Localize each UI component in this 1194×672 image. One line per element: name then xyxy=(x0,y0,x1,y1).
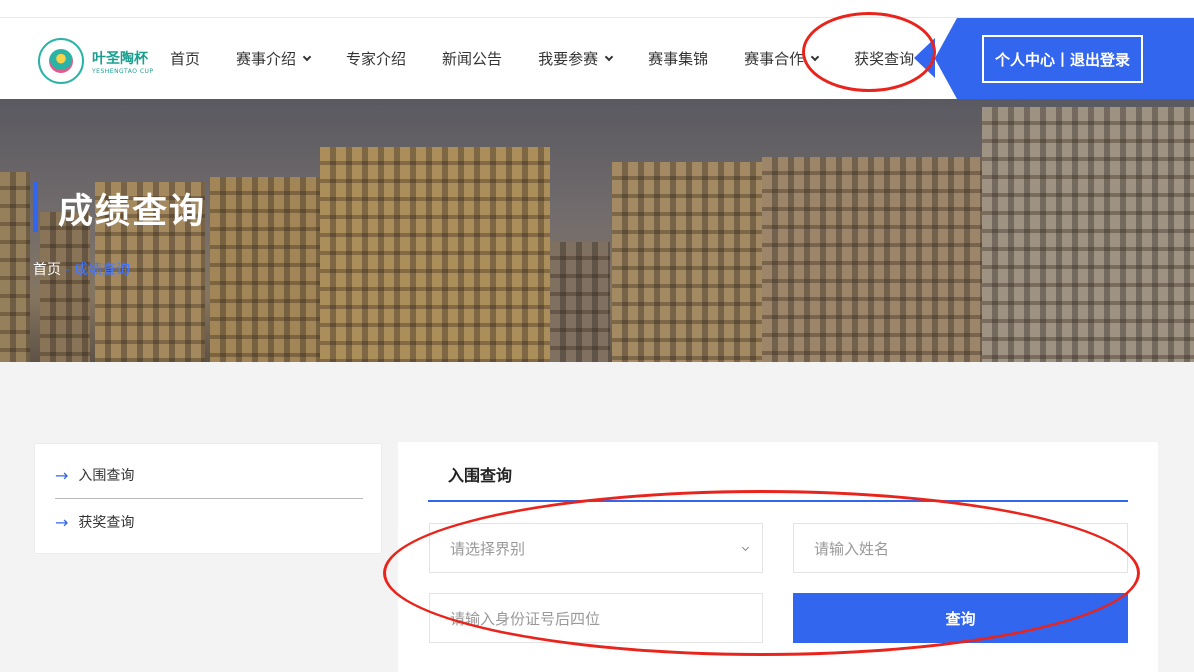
nav-news[interactable]: 新闻公告 xyxy=(442,48,502,69)
sidebar-item-shortlist-query[interactable]: → 入围查询 xyxy=(55,452,363,498)
nav-label: 首页 xyxy=(170,50,201,68)
header-arrow-icon xyxy=(914,38,935,78)
logo-en: YESHENGTAO CUP xyxy=(92,67,154,75)
nav-label: 我要参赛 xyxy=(538,50,599,68)
logo-cn: 叶圣陶杯 xyxy=(92,50,148,67)
header-notch-bottom xyxy=(935,59,957,99)
breadcrumb-separator: - xyxy=(65,262,71,278)
id-input-placeholder: 请输入身份证号后四位 xyxy=(450,609,601,628)
chevron-down-icon xyxy=(302,52,312,61)
top-strip xyxy=(0,0,1194,18)
banner-title-accent xyxy=(33,182,38,232)
nav-label: 新闻公告 xyxy=(442,50,503,68)
nav-label: 专家介绍 xyxy=(346,50,407,68)
nav-label: 赛事集锦 xyxy=(648,50,709,68)
breadcrumb: 首页 - 成绩查询 xyxy=(33,259,130,279)
sidebar-item-award-query[interactable]: → 获奖查询 xyxy=(55,499,363,545)
nav-label: 获奖查询 xyxy=(854,50,915,68)
nav-label: 赛事介绍 xyxy=(236,50,297,68)
sidebar-item-label: 入围查询 xyxy=(78,468,135,484)
tab-shortlist-query[interactable]: 入围查询 xyxy=(448,462,512,486)
sidebar: → 入围查询 → 获奖查询 xyxy=(34,443,382,554)
site-logo[interactable]: 叶圣陶杯 YESHENGTAO CUP xyxy=(38,38,154,84)
nav-highlights[interactable]: 赛事集锦 xyxy=(648,48,708,69)
main-nav: 首页 赛事介绍 专家介绍 新闻公告 我要参赛 赛事集锦 赛事合作 获奖查询 xyxy=(170,18,950,99)
nav-event-intro[interactable]: 赛事介绍 xyxy=(236,48,312,69)
nav-label: 赛事合作 xyxy=(744,50,805,68)
query-submit-button[interactable]: 查询 xyxy=(793,593,1128,643)
breadcrumb-current: 成绩查询 xyxy=(74,262,131,278)
nav-cooperation[interactable]: 赛事合作 xyxy=(744,48,820,69)
sidebar-item-label: 获奖查询 xyxy=(78,515,135,531)
header-notch-top xyxy=(935,18,957,58)
breadcrumb-home[interactable]: 首页 xyxy=(33,262,61,278)
nav-home[interactable]: 首页 xyxy=(170,48,200,69)
user-center-logout-button[interactable]: 个人中心丨退出登录 xyxy=(982,35,1143,83)
chevron-down-icon xyxy=(604,52,614,61)
arrow-right-icon: → xyxy=(55,465,69,485)
name-input-placeholder: 请输入姓名 xyxy=(814,539,890,558)
name-input[interactable]: 请输入姓名 xyxy=(793,523,1128,573)
nav-join[interactable]: 我要参赛 xyxy=(538,48,614,69)
arrow-right-icon: → xyxy=(55,512,69,532)
tab-underline xyxy=(428,500,1128,502)
nav-experts[interactable]: 专家介绍 xyxy=(346,48,406,69)
page-banner: 成绩查询 首页 - 成绩查询 xyxy=(0,99,1194,362)
session-select-placeholder: 请选择界别 xyxy=(450,539,526,558)
session-select[interactable]: 请选择界别 xyxy=(429,523,763,573)
id-last4-input[interactable]: 请输入身份证号后四位 xyxy=(429,593,763,643)
logo-text: 叶圣陶杯 YESHENGTAO CUP xyxy=(92,48,154,75)
page-title: 成绩查询 xyxy=(58,191,207,232)
logo-emblem-icon xyxy=(38,38,84,84)
nav-award-query[interactable]: 获奖查询 xyxy=(854,48,914,69)
chevron-down-icon xyxy=(810,52,820,61)
